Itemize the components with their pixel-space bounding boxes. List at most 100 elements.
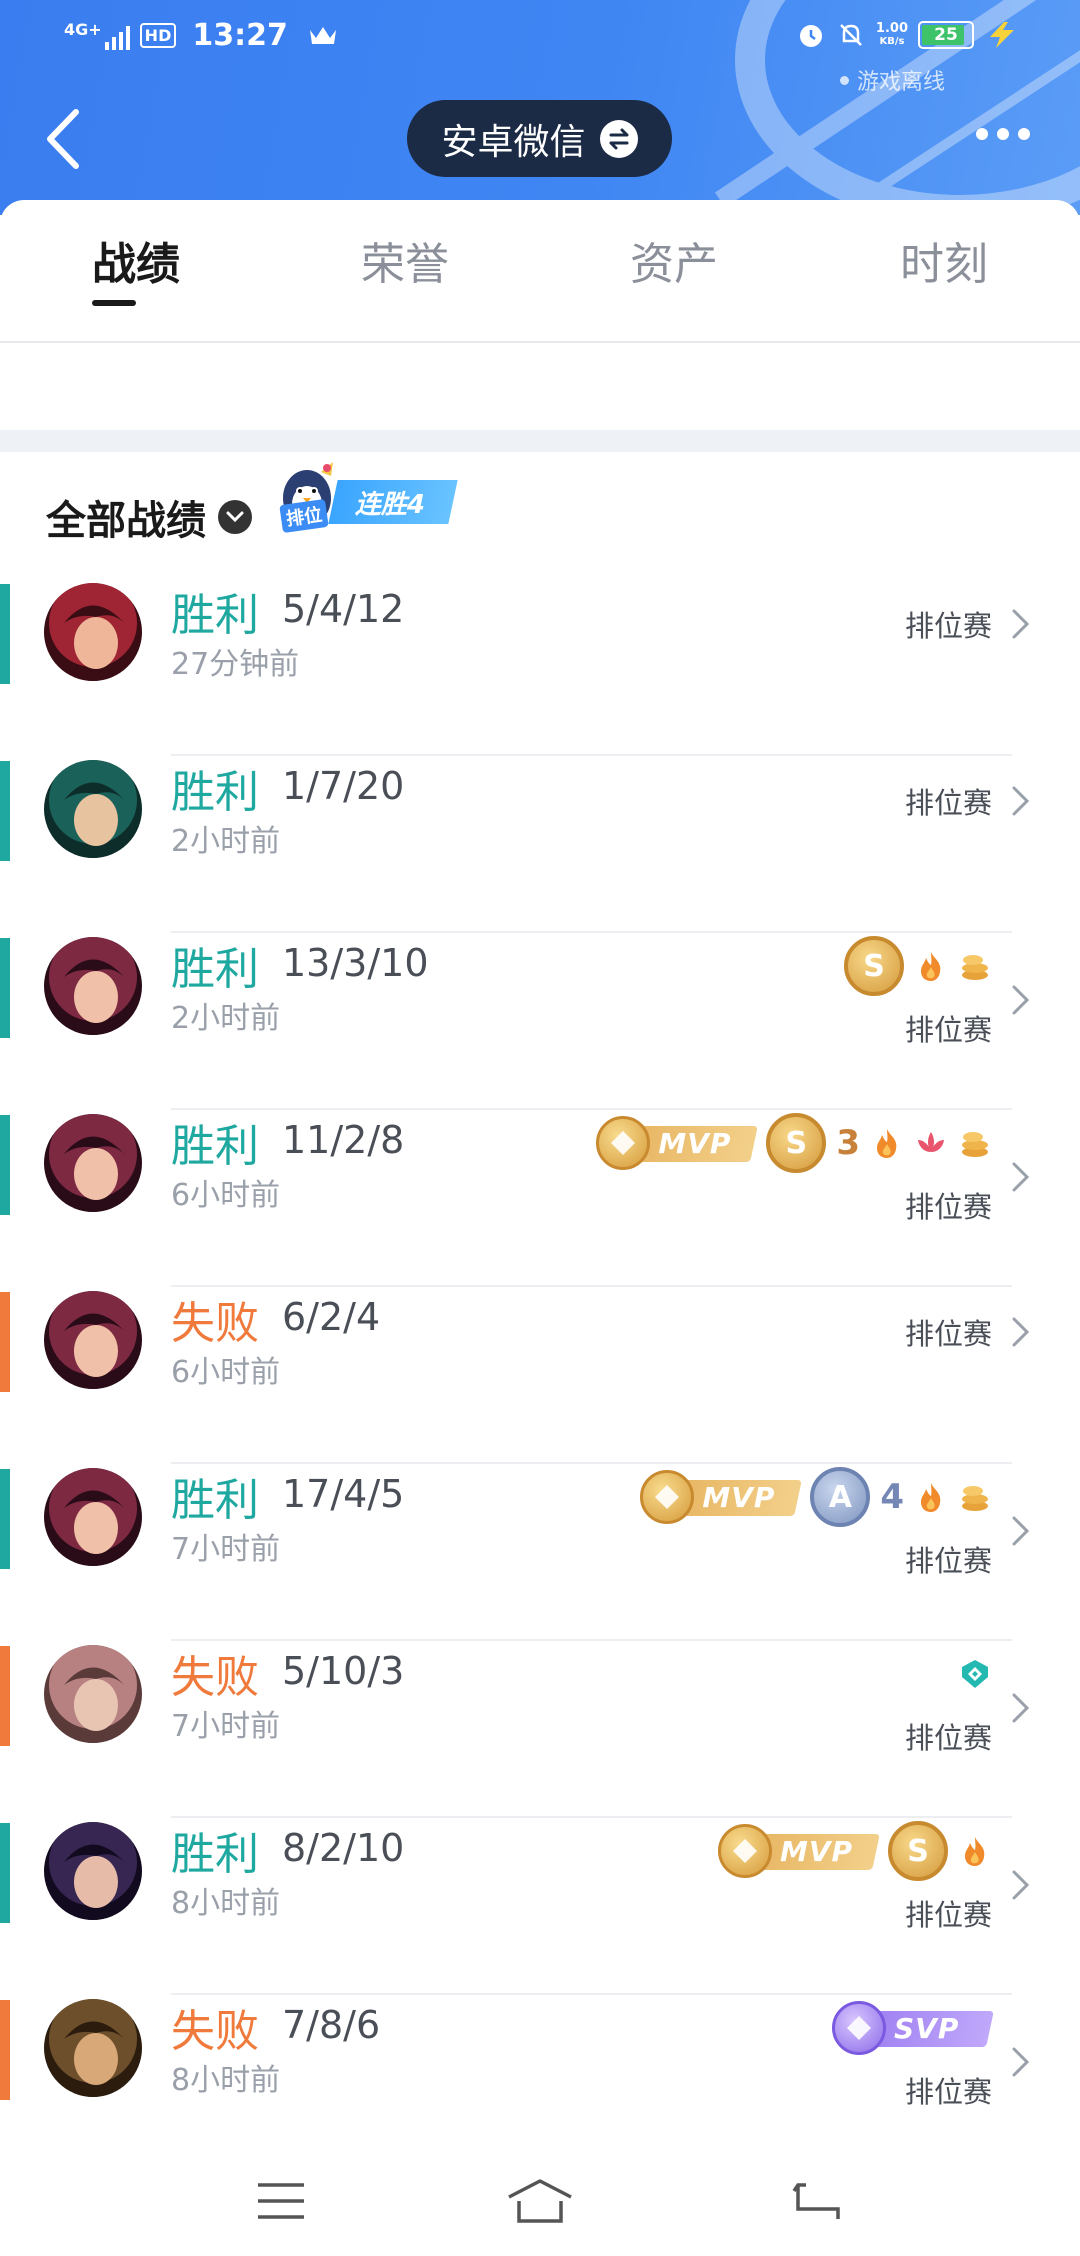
kda-score: 1/7/20 [282,764,405,808]
account-switch-button[interactable]: 安卓微信 [407,100,672,177]
match-result: 胜利 [171,1475,259,1526]
match-result: 胜利 [171,767,259,818]
game-mode-label: 排位赛 [904,1898,992,1932]
match-row[interactable]: 胜利 13/3/10 2小时前 排位赛 S [0,933,1080,1110]
hero-avatar [44,1114,142,1212]
kda-score: 5/10/3 [282,1649,405,1693]
svp-label: SVP [894,2012,960,2045]
charging-icon [990,22,1014,48]
back-button[interactable] [36,104,88,174]
chevron-right-icon [1010,1691,1032,1725]
kda-score: 8/2/10 [282,1826,405,1870]
game-mode-label: 排位赛 [904,1190,992,1224]
mvp-badge: MVP [640,1470,803,1524]
match-result: 失败 [171,1298,259,1349]
chevron-right-icon [1010,1868,1032,1902]
hero-avatar [44,760,142,858]
network-type: 4G+ [64,19,102,39]
hd-badge: HD [139,23,177,48]
kda-score: 7/8/6 [282,2003,381,2047]
match-time: 6小时前 [171,1355,281,1390]
menu-nav-button[interactable] [241,2166,321,2236]
rank-number: 3 [836,1123,860,1163]
match-badges: S [844,933,992,999]
result-accent-bar [0,1115,10,1215]
diamond-coin-icon [596,1116,651,1170]
tab-record[interactable]: 战绩 [36,228,236,292]
home-nav-button[interactable] [500,2166,580,2236]
shield-icon [958,1657,992,1691]
system-nav-bar [0,2146,1080,2256]
kda-score: 11/2/8 [282,1118,405,1162]
match-badges: MVP S [718,1818,992,1884]
diamond-coin-icon [718,1824,772,1878]
signal-icon: 4G+ [64,19,130,50]
match-badges [958,1641,992,1707]
tab-honor[interactable]: 荣誉 [305,228,505,292]
match-row[interactable]: 胜利 17/4/5 7小时前 排位赛 MVP A 4 [0,1464,1080,1641]
more-options-button[interactable] [976,128,1030,140]
rank-number: 4 [880,1477,904,1517]
account-label: 安卓微信 [441,121,586,163]
match-row[interactable]: 胜利 11/2/8 6小时前 排位赛 MVP S 3 [0,1110,1080,1287]
kda-score: 6/2/4 [282,1295,381,1339]
dot-icon [976,128,988,140]
match-result: 胜利 [171,1121,259,1172]
match-row[interactable]: 胜利 8/2/10 8小时前 排位赛 MVP S [0,1818,1080,1995]
coins-icon [958,1480,992,1514]
header: 4G+ HD 13:27 1.00 KB/s 25 游戏离线 安卓微信 [0,0,1080,215]
mvp-label: MVP [702,1481,776,1514]
active-tab-indicator [92,300,136,306]
match-time: 2小时前 [171,1001,281,1036]
game-mode-label: 排位赛 [904,609,992,643]
tab-moments[interactable]: 时刻 [844,228,1044,292]
hero-avatar [44,1645,142,1743]
match-row[interactable]: 失败 5/10/3 7小时前 排位赛 [0,1641,1080,1818]
dot-icon [1018,128,1030,140]
alarm-icon [799,25,822,47]
battery-icon: 25 [918,21,974,49]
grade-a-badge: A [810,1467,871,1527]
back-nav-button[interactable] [778,2166,858,2236]
chevron-right-icon [1010,607,1032,641]
tab-assets[interactable]: 资产 [574,228,774,292]
fire-icon [914,949,948,983]
section-divider [0,430,1080,452]
mvp-label: MVP [780,1835,854,1868]
return-icon [792,2183,840,2219]
mute-bell-icon [840,24,862,46]
section-title: 全部战绩 [46,498,206,544]
chevron-down-icon [218,500,252,534]
chevron-right-icon [1010,983,1032,1017]
game-mode-label: 排位赛 [904,786,992,820]
hero-avatar [44,937,142,1035]
match-time: 8小时前 [171,2063,281,2098]
back-arrow-icon [47,109,79,169]
result-accent-bar [0,1646,10,1746]
match-row[interactable]: 胜利 1/7/20 2小时前 排位赛 [0,756,1080,933]
match-time: 2小时前 [171,824,281,859]
match-row[interactable]: 胜利 5/4/12 27分钟前 排位赛 [0,579,1080,756]
result-accent-bar [0,1469,10,1569]
net-speed: 1.00 KB/s [875,21,908,47]
result-accent-bar [0,1292,10,1392]
match-time: 7小时前 [171,1532,281,1567]
streak-label-bar: 连胜4 [328,480,458,524]
match-result: 胜利 [171,1829,259,1880]
game-mode-label: 排位赛 [904,1317,992,1351]
tab-bar: 战绩 荣誉 资产 时刻 [0,200,1080,343]
result-accent-bar [0,1823,10,1923]
game-offline-status: 游戏离线 [839,64,945,96]
match-row[interactable]: 失败 6/2/4 6小时前 排位赛 [0,1287,1080,1464]
chevron-right-icon [1010,1315,1032,1349]
hero-avatar [44,1291,142,1389]
match-badges: MVP A 4 [640,1464,992,1530]
record-filter-dropdown[interactable]: 全部战绩 [46,488,252,546]
fire-icon [870,1126,904,1160]
clock: 13:27 [192,18,288,53]
match-result: 失败 [171,2006,259,2057]
fire-icon [958,1834,992,1868]
fire-icon [914,1480,948,1514]
match-time: 8小时前 [171,1886,281,1921]
win-streak-badge: 排位 连胜4 [277,458,458,534]
